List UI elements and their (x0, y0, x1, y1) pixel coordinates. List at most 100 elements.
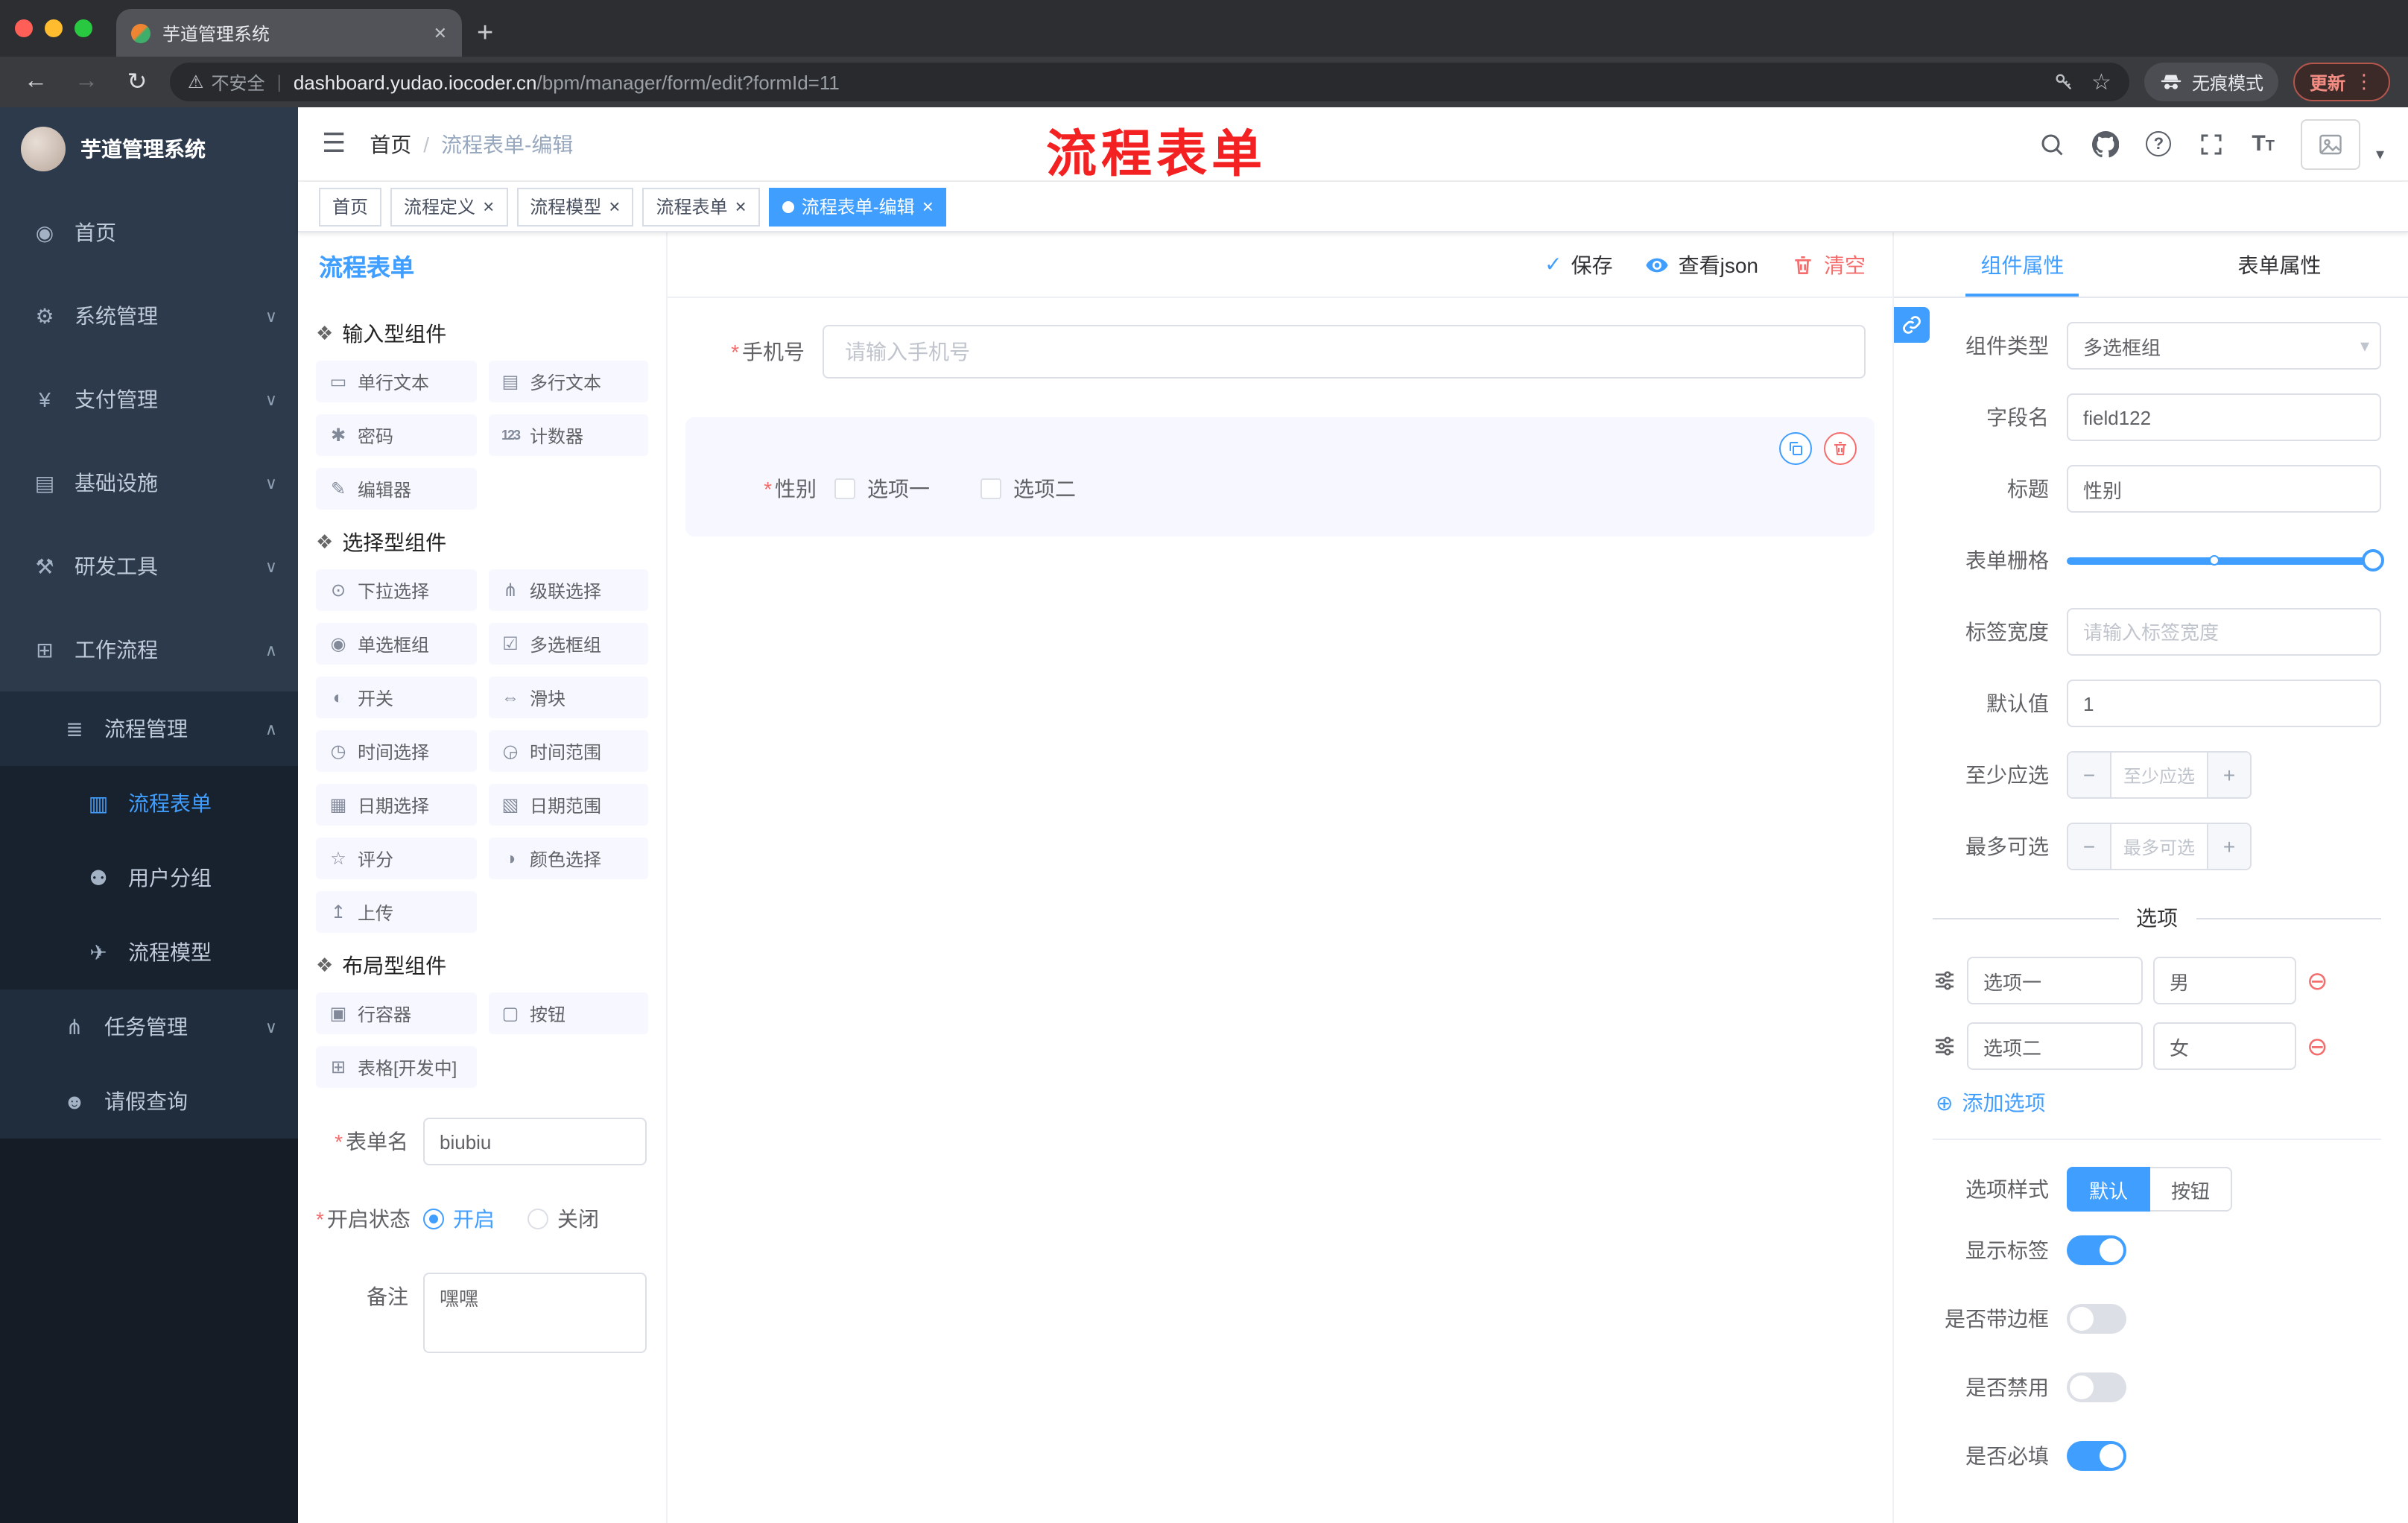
new-tab-button[interactable]: + (462, 19, 508, 57)
sidebar-item-task-management[interactable]: ⋔ 任务管理 ∨ (0, 990, 298, 1064)
minus-button[interactable]: − (2068, 824, 2111, 869)
search-icon[interactable] (2038, 130, 2065, 157)
breadcrumb-home[interactable]: 首页 (370, 129, 411, 159)
save-button[interactable]: ✓ 保存 (1544, 250, 1612, 279)
component-checkbox-group[interactable]: ☑ 多选框组 (488, 623, 648, 665)
tag-home[interactable]: 首页 (319, 187, 382, 226)
option-value-input[interactable] (2153, 957, 2296, 1004)
checkbox[interactable] (834, 478, 855, 499)
link-icon[interactable] (1894, 307, 1930, 343)
tag-process-model[interactable]: 流程模型 × (516, 187, 634, 226)
tag-process-definition[interactable]: 流程定义 × (390, 187, 508, 226)
tag-process-form-edit[interactable]: 流程表单-编辑 × (768, 187, 947, 226)
component-select[interactable]: ⊙ 下拉选择 (316, 569, 476, 611)
sidebar-item-infrastructure[interactable]: ▤ 基础设施 ∨ (0, 441, 298, 525)
checkbox-option-2[interactable]: 选项二 (980, 474, 1076, 504)
label-width-input[interactable] (2067, 608, 2381, 656)
remark-textarea[interactable]: 嘿嘿 (423, 1273, 647, 1353)
window-minimize-button[interactable] (45, 19, 63, 37)
option-value-input[interactable] (2153, 1022, 2296, 1070)
component-time-picker[interactable]: ◷ 时间选择 (316, 730, 476, 772)
sidebar-item-devtools[interactable]: ⚒ 研发工具 ∨ (0, 525, 298, 608)
tab-component-props[interactable]: 组件属性 (1894, 232, 2151, 297)
slider-knob[interactable] (2362, 549, 2384, 571)
component-date-picker[interactable]: ▦ 日期选择 (316, 784, 476, 826)
component-password[interactable]: ✱ 密码 (316, 414, 476, 456)
sidebar-item-home[interactable]: ◉ 首页 (0, 191, 298, 274)
hamburger-icon[interactable]: ☰ (322, 128, 346, 159)
password-key-icon[interactable] (2053, 72, 2073, 92)
checkbox-option-1[interactable]: 选项一 (834, 474, 930, 504)
canvas-item-phone[interactable]: * 手机号 (685, 325, 1875, 379)
required-toggle[interactable] (2067, 1441, 2126, 1471)
sidebar-item-payment[interactable]: ¥ 支付管理 ∨ (0, 358, 298, 441)
component-button[interactable]: ▢ 按钮 (488, 992, 648, 1034)
checkbox[interactable] (980, 478, 1001, 499)
component-date-range[interactable]: ▧ 日期范围 (488, 784, 648, 826)
tab-close-icon[interactable]: ✕ (434, 23, 447, 42)
style-default-button[interactable]: 默认 (2067, 1167, 2151, 1212)
max-select-placeholder[interactable]: 最多可选 (2111, 824, 2207, 869)
style-button-button[interactable]: 按钮 (2150, 1167, 2233, 1212)
remove-option-icon[interactable]: ⊖ (2307, 968, 2328, 993)
help-icon[interactable]: ? (2146, 131, 2172, 156)
min-select-placeholder[interactable]: 至少应选 (2111, 753, 2207, 797)
tag-close-icon[interactable]: × (609, 195, 620, 218)
user-avatar[interactable] (2301, 118, 2361, 169)
tag-close-icon[interactable]: × (483, 195, 494, 218)
component-table[interactable]: ⊞ 表格[开发中] (316, 1046, 476, 1088)
sidebar-item-workflow[interactable]: ⊞ 工作流程 ∧ (0, 608, 298, 691)
component-radio-group[interactable]: ◉ 单选框组 (316, 623, 476, 665)
border-toggle[interactable] (2067, 1304, 2126, 1334)
form-grid-slider[interactable] (2067, 536, 2384, 584)
github-icon[interactable] (2092, 130, 2120, 157)
browser-menu-icon[interactable]: ⋮ (2354, 70, 2374, 94)
reload-icon[interactable]: ↻ (119, 67, 155, 97)
tag-close-icon[interactable]: × (735, 195, 747, 218)
form-name-input[interactable] (423, 1118, 647, 1165)
radio-off[interactable]: 关闭 (527, 1204, 599, 1234)
canvas-item-gender-selected[interactable]: * 性别 选项一 选项二 (685, 417, 1875, 536)
delete-item-button[interactable] (1824, 432, 1857, 465)
fullscreen-icon[interactable] (2198, 130, 2225, 157)
sidebar-item-process-model[interactable]: ✈ 流程模型 (0, 915, 298, 990)
default-value-input[interactable] (2067, 680, 2381, 727)
component-slider[interactable]: ⇔ 滑块 (488, 677, 648, 718)
component-row-container[interactable]: ▣ 行容器 (316, 992, 476, 1034)
browser-update-button[interactable]: 更新 ⋮ (2293, 63, 2390, 101)
component-switch[interactable]: ◐ 开关 (316, 677, 476, 718)
sidebar-item-process-form[interactable]: ▥ 流程表单 (0, 766, 298, 840)
browser-tab[interactable]: 芋道管理系统 ✕ (116, 9, 462, 57)
component-upload[interactable]: ↥ 上传 (316, 891, 476, 933)
sidebar-item-user-group[interactable]: ⚉ 用户分组 (0, 840, 298, 915)
component-textarea[interactable]: ▤ 多行文本 (488, 361, 648, 402)
view-json-button[interactable]: 查看json (1646, 250, 1758, 279)
show-label-toggle[interactable] (2067, 1235, 2126, 1265)
component-single-line-text[interactable]: ▭ 单行文本 (316, 361, 476, 402)
forward-icon[interactable]: → (69, 69, 104, 95)
tag-close-icon[interactable]: × (922, 195, 934, 218)
sidebar-item-leave-query[interactable]: ☻ 请假查询 (0, 1064, 298, 1139)
font-size-icon[interactable]: TT (2252, 131, 2275, 156)
drag-handle-icon[interactable] (1933, 1034, 1956, 1058)
address-bar[interactable]: ⚠ 不安全 | dashboard.yudao.iocoder.cn /bpm/… (170, 63, 2129, 101)
component-editor[interactable]: ✎ 编辑器 (316, 468, 476, 510)
radio-on[interactable]: 开启 (423, 1204, 495, 1234)
window-zoom-button[interactable] (75, 19, 92, 37)
sidebar-logo[interactable]: 芋道管理系统 (0, 107, 298, 191)
avatar-caret-icon[interactable]: ▾ (2376, 144, 2384, 169)
remove-option-icon[interactable]: ⊖ (2307, 1033, 2328, 1059)
sidebar-item-system[interactable]: ⚙ 系统管理 ∨ (0, 274, 298, 358)
component-type-select[interactable]: 多选框组 ▾ (2067, 322, 2381, 370)
tab-form-props[interactable]: 表单属性 (2151, 232, 2408, 297)
bookmark-star-icon[interactable]: ☆ (2091, 69, 2111, 95)
option-label-input[interactable] (1967, 957, 2143, 1004)
duplicate-item-button[interactable] (1779, 432, 1812, 465)
phone-input[interactable] (823, 325, 1866, 379)
window-close-button[interactable] (15, 19, 33, 37)
disabled-toggle[interactable] (2067, 1372, 2126, 1402)
tag-process-form[interactable]: 流程表单 × (642, 187, 760, 226)
component-color-picker[interactable]: ◑ 颜色选择 (488, 838, 648, 879)
title-input[interactable] (2067, 465, 2381, 513)
sidebar-item-process-management[interactable]: ≣ 流程管理 ∧ (0, 691, 298, 766)
